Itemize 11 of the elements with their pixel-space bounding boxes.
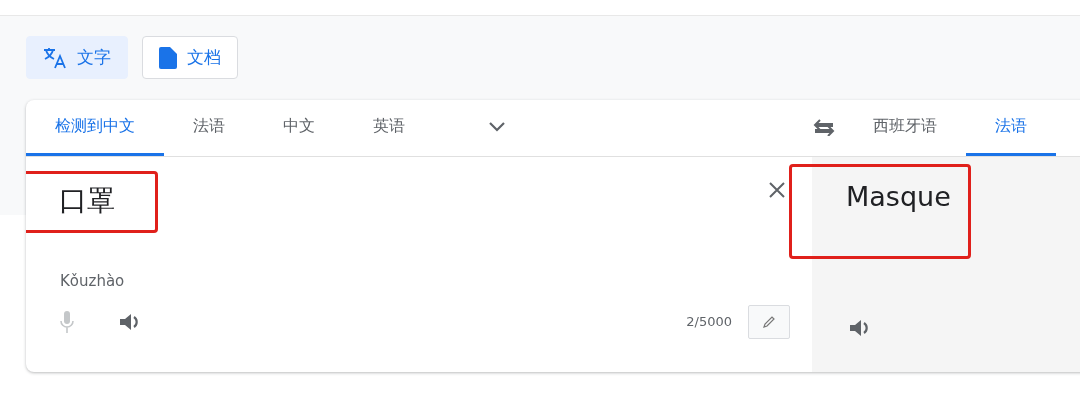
language-tab[interactable]: 西班牙语 (844, 100, 966, 156)
mode-button[interactable]: 文档 (142, 36, 238, 79)
language-tab[interactable]: 英语 (344, 100, 434, 156)
translation-text: Masque (789, 164, 971, 259)
language-tab[interactable]: 检测到中文 (26, 100, 164, 156)
mode-button[interactable]: 文字 (26, 36, 128, 79)
source-text-field[interactable]: 口罩 (26, 171, 158, 233)
language-tab[interactable]: 法语 (164, 100, 254, 156)
romanization-text: Kǒuzhào (60, 271, 126, 292)
character-count: 2/5000 (686, 312, 732, 331)
language-tab[interactable]: 中文 (254, 100, 344, 156)
